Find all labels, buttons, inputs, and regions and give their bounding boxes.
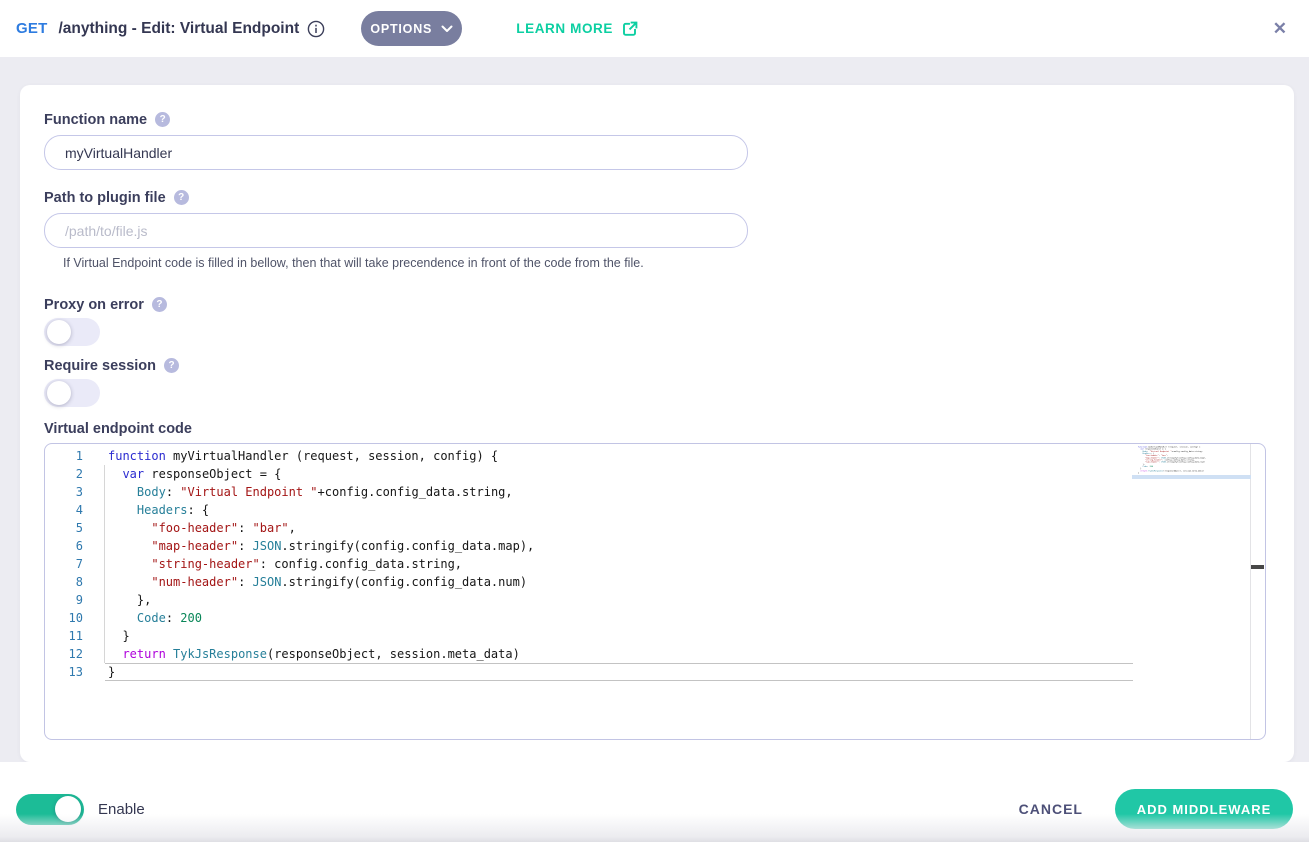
function-name-label: Function name — [44, 112, 147, 128]
line-number: 8 — [45, 573, 83, 591]
http-method-badge: GET — [16, 20, 47, 37]
code-line: var responseObject = { — [108, 465, 534, 483]
code-line: "map-header": JSON.stringify(config.conf… — [108, 537, 534, 555]
code-line: } — [108, 663, 534, 681]
line-number: 2 — [45, 465, 83, 483]
chevron-down-icon — [441, 25, 453, 33]
plugin-path-field-label: Path to plugin file ? — [44, 190, 1266, 205]
code-line: function myVirtualHandler (request, sess… — [108, 447, 534, 465]
overview-ruler-cursor-mark — [1251, 565, 1264, 569]
enable-toggle[interactable] — [16, 794, 84, 825]
line-number: 9 — [45, 591, 83, 609]
panel-title: /anything - Edit: Virtual Endpoint — [58, 20, 299, 38]
options-button[interactable]: OPTIONS — [361, 11, 462, 46]
info-icon[interactable] — [307, 20, 325, 38]
code-line: Code: 200 — [108, 609, 534, 627]
line-number: 4 — [45, 501, 83, 519]
editor-gutter: 12345678910111213 — [45, 447, 83, 681]
editor-label: Virtual endpoint code — [44, 421, 192, 437]
learn-more-label: LEARN MORE — [516, 21, 613, 36]
require-session-label: Require session — [44, 358, 156, 374]
editor-content: function myVirtualHandler (request, sess… — [108, 447, 534, 681]
line-number: 13 — [45, 663, 83, 681]
function-name-input[interactable] — [44, 135, 748, 170]
virtual-endpoint-panel: GET /anything - Edit: Virtual Endpoint O… — [0, 0, 1309, 842]
proxy-on-error-field-label: Proxy on error ? — [44, 297, 1266, 312]
code-line: }, — [108, 591, 534, 609]
function-name-field-label: Function name ? — [44, 112, 1266, 127]
content-card: Function name ? Path to plugin file ? If… — [20, 85, 1294, 762]
enable-label: Enable — [98, 801, 145, 818]
require-session-toggle[interactable] — [44, 379, 100, 407]
options-button-label: OPTIONS — [370, 22, 432, 36]
top-bar: GET /anything - Edit: Virtual Endpoint O… — [0, 0, 1309, 57]
code-line: Headers: { — [108, 501, 534, 519]
require-session-field-label: Require session ? — [44, 358, 1266, 373]
line-number: 11 — [45, 627, 83, 645]
minimap-current-line-band — [1132, 475, 1251, 479]
learn-more-link[interactable]: LEARN MORE — [516, 21, 638, 37]
bottom-bar: Enable CANCEL ADD MIDDLEWARE — [0, 762, 1309, 842]
code-line: } — [108, 627, 534, 645]
code-line: Body: "Virtual Endpoint "+config.config_… — [108, 483, 534, 501]
line-number: 5 — [45, 519, 83, 537]
line-number: 12 — [45, 645, 83, 663]
toggle-knob — [55, 796, 81, 822]
line-number: 1 — [45, 447, 83, 465]
plugin-path-label: Path to plugin file — [44, 190, 166, 206]
line-number: 3 — [45, 483, 83, 501]
help-icon[interactable]: ? — [152, 297, 167, 312]
help-icon[interactable]: ? — [174, 190, 189, 205]
help-icon[interactable]: ? — [164, 358, 179, 373]
line-number: 7 — [45, 555, 83, 573]
code-line: "foo-header": "bar", — [108, 519, 534, 537]
proxy-on-error-toggle[interactable] — [44, 318, 100, 346]
indent-guide — [104, 465, 105, 663]
code-editor[interactable]: 12345678910111213 function myVirtualHand… — [44, 443, 1266, 740]
proxy-on-error-label: Proxy on error — [44, 297, 144, 313]
external-link-icon — [622, 21, 638, 37]
editor-minimap[interactable]: function myVirtualHandler (request, sess… — [1138, 446, 1251, 488]
close-icon[interactable]: ✕ — [1267, 18, 1293, 39]
line-number: 10 — [45, 609, 83, 627]
toggle-knob — [47, 320, 71, 344]
line-number: 6 — [45, 537, 83, 555]
mini-line: return TykJsResponse(responseObject, ses… — [1138, 470, 1156, 472]
minimap-code: function myVirtualHandler (request, sess… — [1138, 446, 1156, 474]
scrollbar-separator — [1250, 444, 1251, 739]
editor-field-label: Virtual endpoint code — [44, 421, 1266, 436]
toggle-knob — [47, 381, 71, 405]
plugin-path-input[interactable] — [44, 213, 748, 248]
plugin-path-helper-text: If Virtual Endpoint code is filled in be… — [63, 256, 1266, 271]
code-line: "string-header": config.config_data.stri… — [108, 555, 534, 573]
help-icon[interactable]: ? — [155, 112, 170, 127]
mini-line: } — [1138, 472, 1156, 474]
code-line: return TykJsResponse(responseObject, ses… — [108, 645, 534, 663]
cancel-button[interactable]: CANCEL — [1019, 801, 1083, 817]
add-middleware-button[interactable]: ADD MIDDLEWARE — [1115, 789, 1293, 829]
code-line: "num-header": JSON.stringify(config.conf… — [108, 573, 534, 591]
